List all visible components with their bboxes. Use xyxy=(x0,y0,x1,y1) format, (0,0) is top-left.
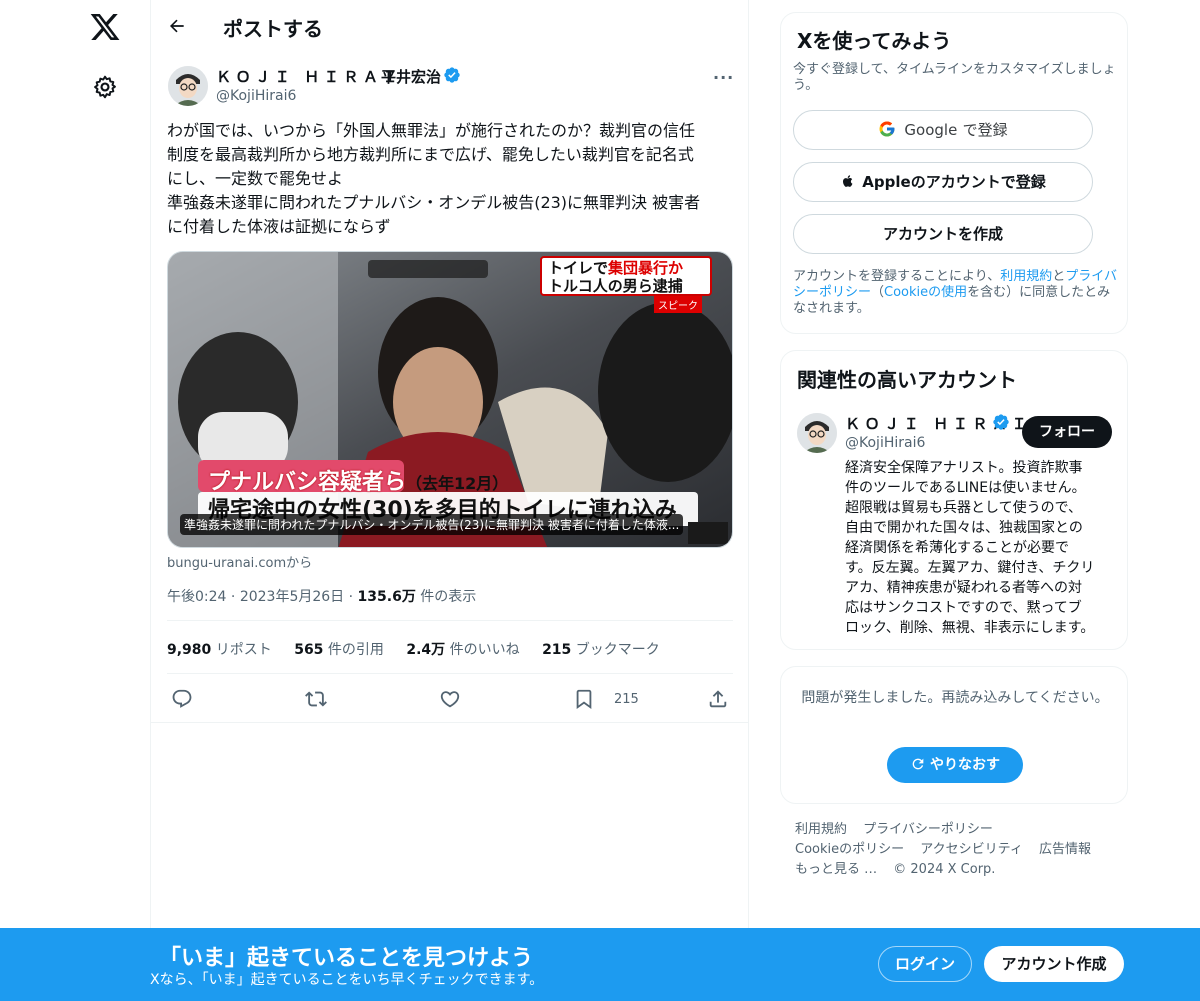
repost-icon[interactable] xyxy=(305,688,327,710)
tweet-text-line: に付着した体液は証拠にならず xyxy=(167,217,391,236)
follow-button[interactable]: フォロー xyxy=(1022,416,1112,448)
page-title: ポストする xyxy=(223,17,323,41)
relevant-accounts-card: 関連性の高いアカウント ＫＯＪＩ ＨＩＲＡＩ @KojiHirai6 フォロー … xyxy=(780,350,1128,650)
back-arrow-icon[interactable] xyxy=(167,16,187,36)
tweet-text-line: わが国では、いつから「外国人無罪法」が施行されたのか？裁判官の信任 xyxy=(167,121,696,140)
divider xyxy=(151,722,749,723)
bio-line: 経済関係を希薄化することが必要で xyxy=(845,540,1069,556)
divider xyxy=(167,673,733,674)
quotes-stat[interactable]: 565 件の引用 xyxy=(294,642,384,658)
refresh-icon xyxy=(912,758,924,770)
bookmark-icon[interactable] xyxy=(573,688,595,710)
tweet-meta: 午後0:24 · 2023年5月26日 · 135.6万 件の表示 xyxy=(167,586,476,606)
footer-link-privacy[interactable]: プライバシーポリシー xyxy=(863,822,993,837)
google-signup-button[interactable]: Google で登録 xyxy=(793,110,1093,150)
tweet-text-line: 準強姦未遂罪に問われたプナルバシ・オンデル被告(23)に無罪判決 被害者 xyxy=(167,193,701,212)
tv-caption-box: トイレで集団暴行か トルコ人の男ら逮捕 xyxy=(540,256,712,296)
footer-link-cookie[interactable]: Cookieのポリシー xyxy=(795,842,904,857)
signup-subtitle: 今すぐ登録して、タイムラインをカスタマイズしましょう。 xyxy=(793,62,1116,93)
left-nav xyxy=(0,0,150,1001)
main-column: ポストする ＫＯＪＩ ＨＩＲＡＩ 平井宏治 @KojiHirai6 ··· わが… xyxy=(150,0,749,1001)
tv-date-label: （去年12月） xyxy=(406,474,509,493)
likes-stat[interactable]: 2.4万 件のいいね xyxy=(406,642,519,658)
tweet-actions: 215 xyxy=(167,686,737,714)
error-message: 問題が発生しました。再読み込みしてください。 xyxy=(801,690,1109,706)
footer-links: 利用規約 プライバシーポリシー Cookieのポリシー アクセシビリティ 広告情… xyxy=(795,820,1103,880)
verified-icon xyxy=(444,67,460,83)
banner-subtitle: Xなら、「いま」起きていることをいち早くチェックできます。 xyxy=(150,972,544,988)
terms-link[interactable]: 利用規約 xyxy=(1000,269,1052,284)
tweet-text-line: 制度を最高裁判所から地方裁判所にまで広げ、罷免したい裁判官を記名式 xyxy=(167,145,694,164)
tv-sub-label: スピーク xyxy=(654,296,702,313)
meta-separator: · xyxy=(348,589,358,605)
bottom-banner: 「いま」起きていることを見つけよう Xなら、「いま」起きていることをいち早くチェ… xyxy=(0,928,1200,1001)
reposts-stat[interactable]: 9,980 リポスト xyxy=(167,642,272,658)
share-icon[interactable] xyxy=(707,688,729,710)
footer-copyright: © 2024 X Corp. xyxy=(893,862,996,877)
apple-icon xyxy=(843,175,853,187)
reply-icon[interactable] xyxy=(171,688,193,710)
tv-box-text: トイレで xyxy=(548,259,609,277)
create-account-button[interactable]: アカウントを作成 xyxy=(793,214,1093,254)
footer-link-ads[interactable]: 広告情報 xyxy=(1039,842,1091,857)
footer-link-more[interactable]: もっと見る … xyxy=(795,862,877,877)
avatar[interactable] xyxy=(797,413,837,453)
author-handle[interactable]: @KojiHirai6 xyxy=(216,88,296,104)
error-card: 問題が発生しました。再読み込みしてください。 やりなおす xyxy=(780,666,1128,804)
relevant-account-bio: 経済安全保障アナリスト。投資詐欺事 件のツールであるLINEは使いません。 超限… xyxy=(845,458,1115,638)
bookmarks-stat[interactable]: 215 ブックマーク xyxy=(542,642,660,658)
bio-line: アカ、精神疾患が疑われる者等への対 xyxy=(845,580,1083,596)
tweet-stats: 9,980 リポスト 565 件の引用 2.4万 件のいいね 215 ブックマー… xyxy=(167,639,678,659)
tweet-date[interactable]: 2023年5月26日 xyxy=(240,589,344,605)
signup-button[interactable]: アカウント作成 xyxy=(984,946,1124,982)
tv-box-text-red: 集団暴行か xyxy=(608,259,684,277)
relevant-title: 関連性の高いアカウント xyxy=(797,368,1017,392)
google-label-suffix: で登録 xyxy=(962,121,1008,139)
google-icon xyxy=(879,121,895,137)
media-caption: 準強姦未遂罪に問われたプナルバシ・オンデル被告(23)に無罪判決 被害者に付着し… xyxy=(180,514,684,535)
more-icon[interactable]: ··· xyxy=(713,68,733,87)
signup-title: Xを使ってみよう xyxy=(797,29,952,53)
tweet-text-line: にし、一定数で罷免せよ xyxy=(167,169,344,188)
login-button[interactable]: ログイン xyxy=(878,946,972,982)
views-label: 件の表示 xyxy=(420,589,477,605)
bio-line: 自由で開かれた国々は、独裁国家との xyxy=(845,520,1083,536)
x-logo-icon[interactable] xyxy=(89,11,121,43)
banner-title: 「いま」起きていることを見つけよう xyxy=(159,946,534,971)
tweet-time[interactable]: 午後0:24 xyxy=(167,589,226,605)
meta-separator: · xyxy=(230,589,240,605)
like-icon[interactable] xyxy=(439,688,461,710)
retry-label: やりなおす xyxy=(930,757,1000,773)
bookmark-count: 215 xyxy=(614,692,639,707)
relevant-account-handle[interactable]: @KojiHirai6 xyxy=(845,435,925,451)
author-name-jp[interactable]: 平井宏治 xyxy=(381,66,441,87)
footer-link-terms[interactable]: 利用規約 xyxy=(795,822,847,837)
bio-line: 超限戦は貿易も兵器として使うので、 xyxy=(845,500,1083,516)
signup-terms: アカウントを登録することにより、利用規約とプライバシーポリシー（Cookieの使… xyxy=(793,269,1118,316)
bio-line: す。反左翼。左翼アカ、鍵付き、チクリ xyxy=(845,560,1095,576)
author-name[interactable]: ＫＯＪＩ ＨＩＲＡＩ xyxy=(216,66,402,87)
bio-line: 応はサンクコストですので、黙ってブ xyxy=(845,600,1082,616)
views-count: 135.6万 xyxy=(357,589,416,605)
top-bar: ポストする xyxy=(151,0,749,53)
tv-box-text: トルコ人の男ら逮捕 xyxy=(548,277,683,295)
footer-link-accessibility[interactable]: アクセシビリティ xyxy=(920,842,1023,857)
tweet-text: わが国では、いつから「外国人無罪法」が施行されたのか？裁判官の信任 制度を最高裁… xyxy=(167,119,733,239)
avatar[interactable] xyxy=(168,66,208,106)
apple-label: Appleのアカウントで登録 xyxy=(862,173,1046,191)
bio-line: ロック、削除、無視、非表示にします。 xyxy=(845,620,1095,636)
verified-icon xyxy=(993,414,1009,430)
bio-line: 経済安全保障アナリスト。投資詐欺事 xyxy=(845,460,1083,476)
gear-icon[interactable] xyxy=(92,74,118,100)
cookie-link[interactable]: Cookieの使用 xyxy=(884,285,967,300)
link-source[interactable]: bungu-uranai.comから xyxy=(167,552,312,571)
signup-card: Xを使ってみよう 今すぐ登録して、タイムラインをカスタマイズしましょう。 Goo… xyxy=(780,12,1128,334)
tweet-media[interactable]: トイレで集団暴行か トルコ人の男ら逮捕 スピーク プナルバシ容疑者ら （去年12… xyxy=(167,251,733,548)
google-label: Google xyxy=(904,121,958,139)
apple-signup-button[interactable]: Appleのアカウントで登録 xyxy=(793,162,1093,202)
retry-button[interactable]: やりなおす xyxy=(887,747,1023,783)
bio-line: 件のツールであるLINEは使いません。 xyxy=(845,480,1086,496)
divider xyxy=(167,620,733,621)
